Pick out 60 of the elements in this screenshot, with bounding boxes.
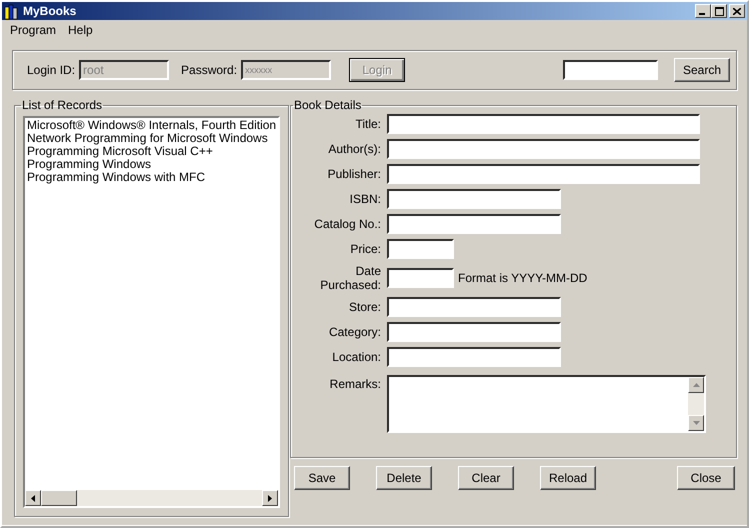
field-label: Publisher: [326, 167, 381, 181]
group-title: List of Records [21, 98, 104, 112]
search-button[interactable]: Search [674, 58, 730, 82]
action-button[interactable]: Delete [376, 466, 432, 490]
text-field[interactable] [387, 347, 561, 367]
text-field[interactable] [387, 214, 561, 234]
field-label: Title: [354, 117, 381, 131]
group-title: Book Details [293, 98, 362, 112]
vertical-scrollbar[interactable] [688, 377, 704, 431]
scroll-right-button[interactable] [262, 490, 278, 506]
field-label: Price: [349, 242, 381, 256]
field-label: Remarks: [328, 376, 381, 391]
list-item[interactable]: Programming Microsoft Visual C++ [27, 145, 276, 158]
scroll-up-button[interactable] [688, 377, 704, 393]
left-arrow-icon [31, 494, 35, 502]
password-label: Password: [181, 63, 238, 77]
field-label: Store: [348, 300, 381, 314]
text-field[interactable] [387, 297, 561, 317]
down-arrow-icon [692, 421, 700, 425]
menu-item[interactable]: Program [4, 23, 62, 37]
close-dialog-button[interactable]: Close [677, 466, 735, 490]
field-label: ISBN: [348, 192, 381, 206]
scroll-thumb[interactable] [41, 490, 77, 506]
right-arrow-icon [268, 494, 272, 502]
text-field[interactable] [387, 164, 700, 184]
login-id-label: Login ID: [27, 63, 76, 77]
action-button[interactable]: Reload [540, 466, 596, 490]
records-list[interactable]: Microsoft® Windows® Internals, Fourth Edition Network Programming for Microsoft Windows Programming Microsoft Visual C++ Programming Windows Programming Windows with MFC [23, 116, 280, 508]
field-label: Location: [331, 350, 381, 364]
text-field[interactable] [387, 239, 454, 259]
minimize-button[interactable] [695, 4, 711, 18]
scroll-down-button[interactable] [688, 415, 704, 431]
list-item[interactable]: Programming Windows with MFC [27, 171, 276, 184]
close-icon [733, 8, 741, 14]
field-label: Category: [328, 325, 381, 339]
close-button[interactable] [729, 4, 745, 18]
search-field[interactable] [562, 60, 658, 80]
text-field[interactable] [387, 189, 561, 209]
text-field[interactable] [387, 322, 561, 342]
books-icon [4, 3, 20, 19]
remarks-field[interactable] [387, 375, 706, 433]
list-item[interactable]: Microsoft® Windows® Internals, Fourth Edition [27, 119, 276, 132]
field-label: Date Purchased: [319, 264, 381, 292]
field-label: Author(s): [327, 142, 381, 156]
field-label: Catalog No.: [313, 217, 381, 231]
action-button[interactable]: Clear [458, 466, 514, 490]
maximize-button[interactable] [711, 4, 727, 18]
action-button[interactable]: Save [294, 466, 350, 490]
scroll-left-button[interactable] [25, 490, 41, 506]
list-item[interactable]: Network Programming for Microsoft Windows [27, 132, 276, 145]
maximize-icon [714, 6, 724, 16]
horizontal-scrollbar[interactable] [25, 490, 278, 506]
list-item[interactable]: Programming Windows [27, 158, 276, 171]
menu-item[interactable]: Help [62, 23, 99, 37]
text-field[interactable] [387, 114, 700, 134]
format-hint: Format is YYYY-MM-DD [458, 271, 588, 285]
window-title: MyBooks [23, 4, 76, 18]
text-field[interactable] [387, 268, 454, 288]
up-arrow-icon [692, 383, 700, 387]
text-field[interactable] [387, 139, 700, 159]
